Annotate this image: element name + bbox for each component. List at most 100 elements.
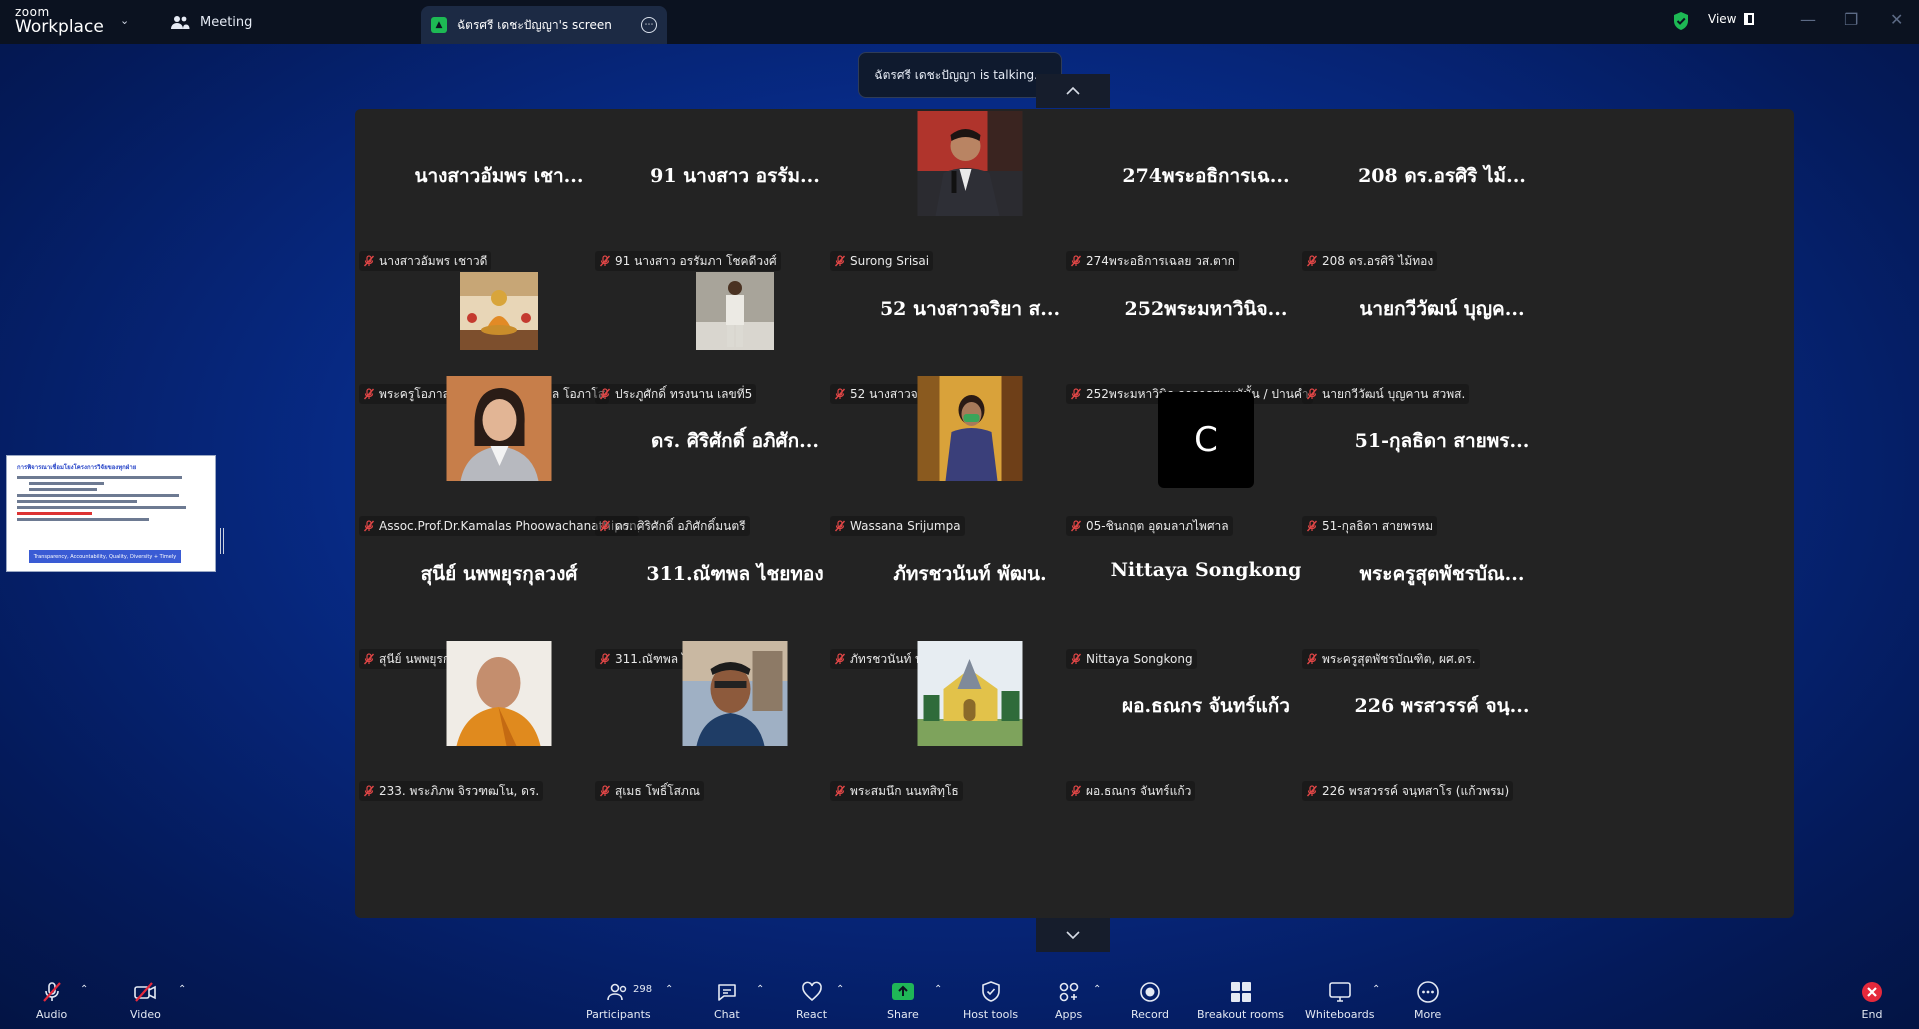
view-label: View: [1708, 12, 1737, 26]
audio-options-caret[interactable]: ⌃: [80, 984, 88, 995]
chat-button[interactable]: Chat: [714, 980, 740, 1021]
react-label: React: [796, 1008, 828, 1021]
avatar-photo-man-selfie: [682, 641, 788, 746]
share-options-caret[interactable]: ⌃: [934, 984, 942, 995]
participant-display-name: 51-กุลธิดา สายพร...: [1354, 430, 1530, 452]
record-label: Record: [1131, 1008, 1170, 1021]
apps-icon: [1059, 982, 1078, 1002]
avatar-photo-woman-portrait: [446, 376, 552, 481]
apps-button[interactable]: Apps: [1055, 980, 1082, 1021]
video-options-caret[interactable]: ⌃: [178, 984, 186, 995]
shield-icon: [981, 981, 1000, 1002]
avatar-photo-monk-portrait: [446, 641, 552, 746]
end-label: End: [1861, 1008, 1883, 1021]
participant-name: สุเมธ โพธิ์โสภณ: [615, 783, 700, 798]
zoom-workplace-logo[interactable]: zoom Workplace: [15, 6, 104, 36]
muted-microphone-icon: [42, 982, 61, 1002]
chat-label: Chat: [714, 1008, 740, 1021]
participant-tile[interactable]: 226 พรสวรรค์ จนฺ... 226 พรสวรรค์ จนฺทสาโร…: [1298, 639, 1586, 801]
thumbnail-text-line: [17, 500, 138, 503]
avatar-photo-man-microphone: [917, 111, 1023, 216]
security-shield-icon[interactable]: [1672, 11, 1690, 31]
participant-nameplate: 226 พรสวรรค์ จนฺทสาโร (แก้วพรม): [1302, 781, 1514, 801]
breakout-rooms-icon: [1230, 982, 1251, 1002]
host-tools-button[interactable]: Host tools: [963, 980, 1018, 1021]
share-label: Share: [887, 1008, 919, 1021]
minimize-icon[interactable]: —: [1800, 10, 1816, 29]
participant-display-name: 226 พรสวรรค์ จนฺ...: [1354, 695, 1530, 717]
muted-microphone-icon: [363, 785, 375, 797]
participant-nameplate: ผอ.ธณกร จันทร์แก้ว: [1066, 781, 1196, 801]
restore-icon[interactable]: ❐: [1844, 10, 1858, 29]
thumbnail-highlight-line: [17, 512, 93, 515]
audio-button[interactable]: Audio: [36, 980, 67, 1021]
thumbnail-footer-banner: Transparency, Accountability, Quality, D…: [29, 550, 181, 563]
muted-microphone-icon: [1306, 785, 1318, 797]
gallery-scroll-down-button[interactable]: [1036, 918, 1110, 952]
video-button[interactable]: Video: [130, 980, 161, 1021]
avatar-photo-buddha-statue: [460, 272, 538, 350]
tab-meeting[interactable]: Meeting: [170, 0, 252, 44]
participants-count: 298: [633, 984, 653, 995]
thumbnail-resize-handle[interactable]: [220, 528, 224, 554]
participants-options-caret[interactable]: ⌃: [665, 984, 673, 995]
participants-icon: [607, 983, 627, 1001]
chevron-up-icon: [1066, 86, 1080, 95]
thumbnail-text-line: [17, 506, 187, 509]
video-label: Video: [130, 1008, 161, 1021]
participant-display-name: พระครูสุตพัชรบัณ...: [1359, 563, 1525, 585]
participant-name: 226 พรสวรรค์ จนฺทสาโร (แก้วพรม): [1322, 783, 1510, 798]
thumbnail-title: การพิจารณาเชื่อมโยงโครงการวิจัยของทุกฝ่า…: [17, 464, 137, 471]
share-screen-icon: [891, 983, 914, 1000]
chat-options-caret[interactable]: ⌃: [756, 984, 764, 995]
close-icon[interactable]: ✕: [1890, 10, 1903, 29]
avatar-photo-standing-person: [696, 272, 774, 350]
apps-label: Apps: [1055, 1008, 1083, 1021]
apps-options-caret[interactable]: ⌃: [1093, 984, 1101, 995]
participant-nameplate: พระสมนึก นนทสิทฺโธ: [830, 781, 963, 801]
participants-label: Participants: [586, 1008, 651, 1021]
participant-display-name: นายกวีวัฒน์ บุญค...: [1359, 298, 1525, 320]
thumbnail-text-line: [29, 482, 105, 485]
thumbnail-text-line: [17, 494, 179, 497]
participant-nameplate: 233. พระภิภพ จิรวฑฒโน, ดร.: [359, 781, 544, 801]
participant-display-name: 208 ดร.อรศิริ ไม้...: [1358, 165, 1526, 187]
more-options-icon[interactable]: ⋯: [641, 17, 657, 33]
share-button[interactable]: Share: [887, 980, 919, 1021]
meeting-tab-label: Meeting: [200, 14, 253, 30]
muted-microphone-icon: [834, 785, 846, 797]
more-button[interactable]: More: [1414, 980, 1441, 1021]
react-button[interactable]: React: [796, 980, 827, 1021]
thumbnail-text-line: [29, 488, 97, 491]
record-icon: [1140, 982, 1160, 1002]
shared-screen-thumbnail[interactable]: การพิจารณาเชื่อมโยงโครงการวิจัยของทุกฝ่า…: [6, 455, 216, 572]
record-button[interactable]: Record: [1131, 980, 1169, 1021]
whiteboards-options-caret[interactable]: ⌃: [1372, 984, 1380, 995]
video-gallery: นางสาวอัมพร เชา... นางสาวอัมพร เชาวดี 91 น…: [355, 109, 1794, 918]
participant-nameplate: สุเมธ โพธิ์โสภณ: [595, 781, 704, 801]
react-options-caret[interactable]: ⌃: [836, 984, 844, 995]
participant-name: พระสมนึก นนทสิทฺโธ: [850, 783, 959, 798]
end-button[interactable]: End: [1860, 980, 1884, 1021]
share-screen-icon: ▲: [431, 17, 447, 33]
whiteboards-button[interactable]: Whiteboards: [1305, 980, 1374, 1021]
avatar-photo-church-building: [917, 641, 1023, 746]
chevron-down-icon: [1066, 931, 1080, 940]
meeting-toolbar: Audio ⌃ Video ⌃ Participants 298 ⌃ Chat …: [0, 970, 1919, 1029]
participant-name: 233. พระภิภพ จิรวฑฒโน, ดร.: [379, 783, 540, 798]
people-icon: [171, 16, 190, 29]
breakout-rooms-label: Breakout rooms: [1197, 1008, 1285, 1021]
participant-name: ผอ.ธณกร จันทร์แก้ว: [1086, 783, 1192, 798]
thumbnail-text-line: [17, 518, 149, 521]
avatar-photo-woman-mask: [917, 376, 1023, 481]
end-meeting-icon: [1862, 982, 1882, 1002]
audio-label: Audio: [36, 1008, 68, 1021]
gallery-scroll-up-button[interactable]: [1036, 74, 1110, 108]
chat-icon: [718, 984, 736, 1001]
breakout-rooms-button[interactable]: Breakout rooms: [1197, 980, 1284, 1021]
view-button[interactable]: View: [1708, 12, 1755, 26]
avatar-letter: C: [1158, 392, 1254, 488]
muted-microphone-icon: [1070, 785, 1082, 797]
tab-shared-screen[interactable]: ▲ ฉัตรศรี เดชะปัญญา's screen ⋯: [421, 6, 667, 44]
chevron-down-icon[interactable]: ⌄: [120, 14, 129, 27]
